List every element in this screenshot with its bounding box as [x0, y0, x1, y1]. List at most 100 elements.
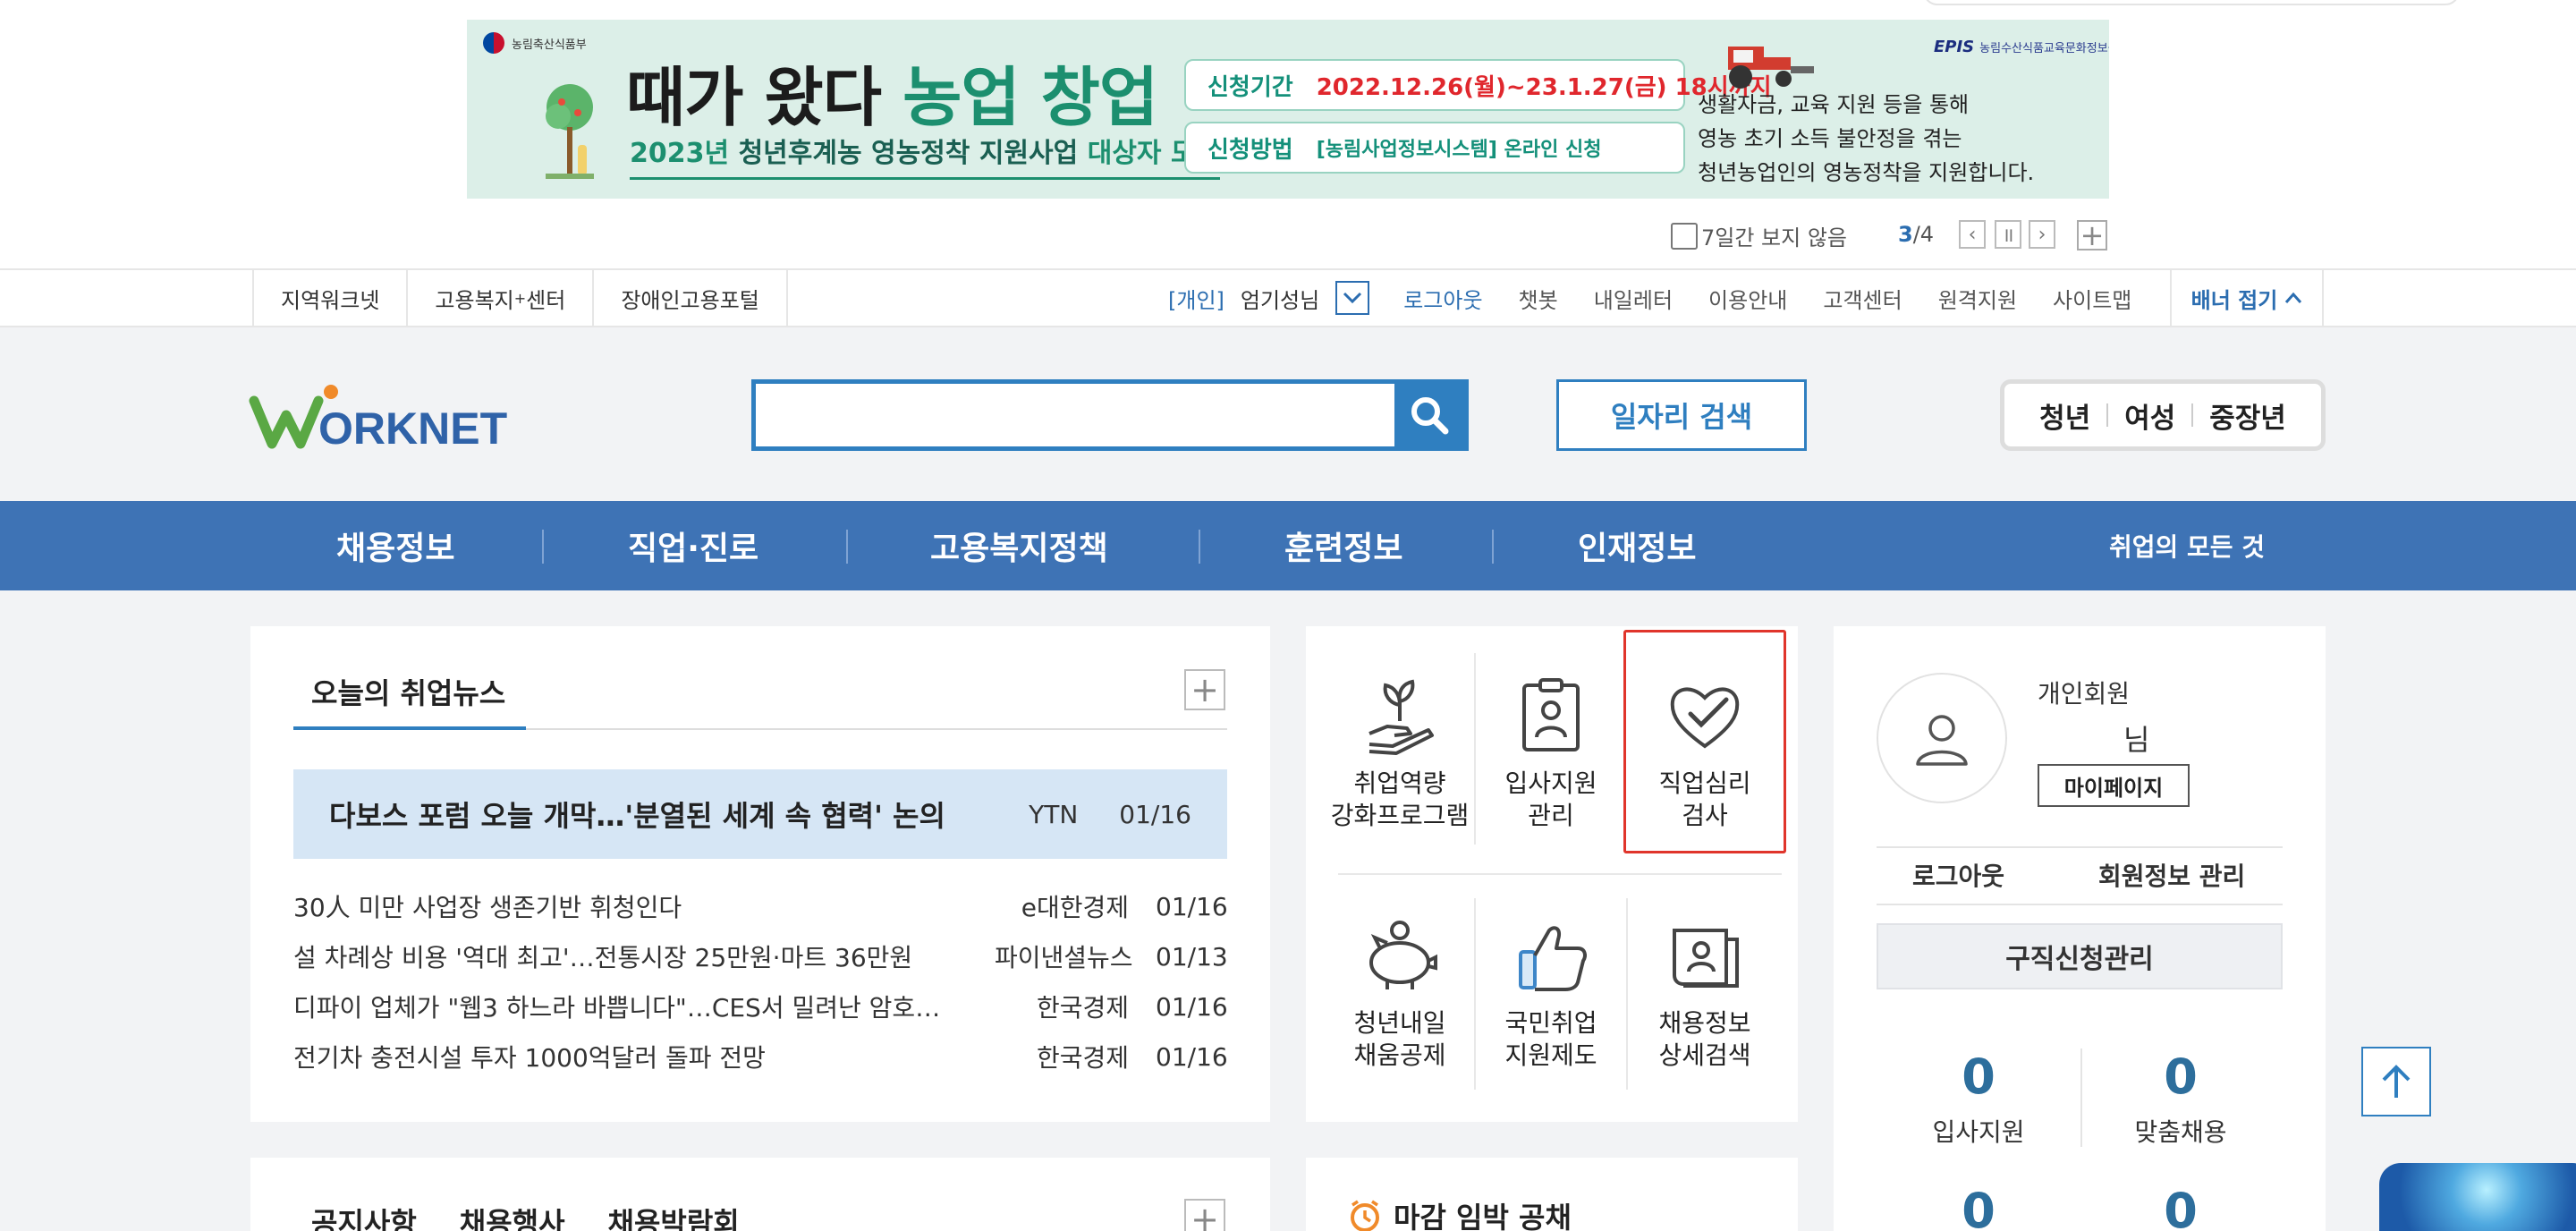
- search-icon: [1411, 397, 1449, 435]
- nav-all-menu[interactable]: 취업의 모든 것: [2109, 501, 2265, 590]
- sprout-hand-icon: [1368, 679, 1434, 755]
- remote-support-link[interactable]: 원격지원: [1938, 283, 2017, 314]
- banner-more-button[interactable]: +: [2077, 220, 2107, 250]
- chevron-right-icon: ›: [2038, 223, 2046, 246]
- site-link-employment-welfare[interactable]: 고용복지 + 센터: [406, 268, 592, 327]
- service-divider: [1626, 898, 1628, 1090]
- pause-icon: ॥: [2002, 225, 2014, 247]
- nav-divider: [1199, 530, 1200, 564]
- service-youth-savings[interactable]: 청년내일 채움공제: [1325, 877, 1475, 1074]
- popup-edge: [1923, 0, 2460, 5]
- worknet-logo[interactable]: ORKNET: [249, 379, 526, 451]
- banner-headline: 때가 왔다 농업 창업: [626, 60, 1158, 135]
- sitemap-link[interactable]: 사이트맵: [2053, 283, 2131, 314]
- job-application-management-button[interactable]: 구직신청관리: [1877, 923, 2283, 989]
- news-list-item[interactable]: 30人 미만 사업장 생존기반 휘청인다 e대한경제 01/16: [293, 888, 1228, 924]
- id-badge-icon: [1522, 678, 1580, 751]
- news-list-item[interactable]: 전기차 충전시설 투자 1000억달러 돌파 전망 한국경제 01/16: [293, 1039, 1228, 1074]
- fold-banner-button[interactable]: 배너 접기: [2170, 268, 2324, 327]
- service-job-detail-search[interactable]: 채용정보 상세검색: [1630, 877, 1780, 1074]
- scroll-top-button[interactable]: [2361, 1047, 2431, 1116]
- news-more-button[interactable]: +: [1184, 669, 1225, 710]
- promo-banner[interactable]: 농림축산식품부 때가 왔다 농업 창업 2023년 청년후계농 영농정착 지원사…: [467, 20, 2109, 199]
- nav-career[interactable]: 직업·진로: [628, 501, 758, 590]
- logout-link[interactable]: 로그아웃: [1403, 283, 1482, 314]
- stat-matched-label: 맞춤채용: [2134, 1117, 2227, 1147]
- ministry-label: 농림축산식품부: [483, 32, 587, 54]
- nav-training[interactable]: 훈련정보: [1284, 501, 1402, 590]
- hide-week-checkbox[interactable]: 7일간 보지 않음: [1671, 220, 1847, 251]
- tab-middle-aged[interactable]: 중장년: [2193, 395, 2302, 436]
- service-national-employment-support[interactable]: 국민취업 지원제도: [1476, 877, 1626, 1074]
- job-search-button[interactable]: 일자리 검색: [1556, 379, 1807, 451]
- divider: [1877, 846, 2283, 848]
- stat-count[interactable]: 0: [1889, 1183, 2068, 1231]
- notice-more-button[interactable]: +: [1184, 1199, 1225, 1231]
- stat-applications-count[interactable]: 0: [1889, 1048, 2068, 1105]
- member-info-manage-link[interactable]: 회원정보 관리: [2098, 857, 2245, 893]
- tab-today-news[interactable]: 오늘의 취업뉴스: [311, 671, 505, 712]
- search-button[interactable]: [1394, 384, 1464, 446]
- tab-notices[interactable]: 공지사항: [311, 1201, 417, 1231]
- chatbot-link[interactable]: 챗봇: [1519, 283, 1558, 314]
- guide-link[interactable]: 이용안내: [1708, 283, 1787, 314]
- news-list-item[interactable]: 디파이 업체가 "웹3 하느라 바쁩니다"…CES서 밀려난 암호… 한국경제 …: [293, 989, 1228, 1024]
- naeil-letter-link[interactable]: 내일레터: [1594, 283, 1673, 314]
- chevron-up-icon: [2285, 292, 2302, 303]
- tab-underline-active: [293, 726, 526, 730]
- logo-text: ORKNET: [318, 403, 507, 451]
- user-dropdown-button[interactable]: [1335, 281, 1370, 315]
- checkbox-box[interactable]: [1671, 222, 1698, 250]
- tab-job-fairs[interactable]: 채용박람회: [608, 1201, 740, 1231]
- nav-divider: [846, 530, 848, 564]
- user-menu: [개인] 엄기성님 로그아웃 챗봇 내일레터 이용안내 고객센터 원격지원 사이…: [1168, 268, 2167, 327]
- family-sites: 지역워크넷 고용복지 + 센터 장애인고용포털: [252, 268, 788, 327]
- deadline-section-title: 마감 임박 공채: [1347, 1195, 1572, 1231]
- banner-description: 생활자금, 교육 지원 등을 통해 영농 초기 소득 불안정을 겪는 청년농업인…: [1698, 92, 2035, 185]
- search-bar: [751, 379, 1469, 451]
- service-application-management[interactable]: 입사지원 관리: [1476, 637, 1626, 834]
- tab-youth[interactable]: 청년: [2023, 395, 2106, 436]
- banner-prev-button[interactable]: ‹: [1959, 220, 1986, 249]
- nav-talent[interactable]: 인재정보: [1578, 501, 1696, 590]
- epis-logo: EPIS 농림수산식품교육문화정보원: [1934, 38, 2109, 56]
- mypage-button[interactable]: 마이페이지: [2038, 764, 2190, 807]
- member-logout-link[interactable]: 로그아웃: [1912, 857, 2004, 893]
- banner-method: 신청방법 [농림사업정보시스템] 온라인 신청: [1184, 122, 1685, 174]
- customer-center-link[interactable]: 고객센터: [1823, 283, 1902, 314]
- tab-women[interactable]: 여성: [2108, 395, 2191, 436]
- age-tabs: 청년 여성 중장년: [2000, 379, 2326, 451]
- banner-period: 신청기간 2022.12.26(월)~23.1.27(금) 18시까지: [1184, 59, 1772, 111]
- tab-recruit-events[interactable]: 채용행사: [460, 1201, 565, 1231]
- site-link-disability-portal[interactable]: 장애인고용포털: [592, 268, 788, 327]
- search-input[interactable]: [756, 384, 1394, 446]
- banner-pause-button[interactable]: ॥: [1995, 220, 2021, 249]
- tractor-icon: [1728, 47, 1814, 89]
- selected-service-highlight: [1623, 630, 1786, 853]
- chevron-down-icon: [1343, 292, 1362, 304]
- user-icon: [1916, 715, 1968, 766]
- chevron-left-icon: ‹: [1968, 223, 1977, 246]
- stat-count[interactable]: 0: [2091, 1183, 2270, 1231]
- taegeuk-icon: [483, 32, 504, 54]
- nav-divider: [1492, 530, 1494, 564]
- member-type: 개인회원: [2038, 679, 2131, 709]
- chatbot-launcher[interactable]: [2379, 1163, 2576, 1231]
- divider: [1877, 904, 2283, 905]
- news-list-item[interactable]: 설 차례상 비용 '역대 최고'…전통시장 25만원·마트 36만원 파이낸셜뉴…: [293, 938, 1228, 974]
- stat-applications-label: 입사지원: [1932, 1117, 2025, 1147]
- member-tag: [개인]: [1168, 287, 1224, 313]
- member-name: 님: [2123, 723, 2150, 757]
- arrow-up-icon: [2382, 1065, 2411, 1098]
- headline-news-item[interactable]: 다보스 포럼 오늘 개막…'분열된 세계 속 협력' 논의 YTN 01/16: [293, 769, 1227, 859]
- thumbs-up-icon: [1519, 926, 1587, 991]
- avatar: [1877, 673, 2007, 803]
- service-employability-program[interactable]: 취업역량 강화프로그램: [1325, 637, 1475, 834]
- nav-recruitment[interactable]: 채용정보: [336, 501, 454, 590]
- banner-next-button[interactable]: ›: [2029, 220, 2055, 249]
- nav-welfare-policy[interactable]: 고용복지정책: [930, 501, 1108, 590]
- user-name: 엄기성님: [1240, 287, 1320, 313]
- site-link-local-worknet[interactable]: 지역워크넷: [252, 268, 406, 327]
- stat-matched-count[interactable]: 0: [2091, 1048, 2270, 1105]
- service-row-divider: [1338, 873, 1782, 875]
